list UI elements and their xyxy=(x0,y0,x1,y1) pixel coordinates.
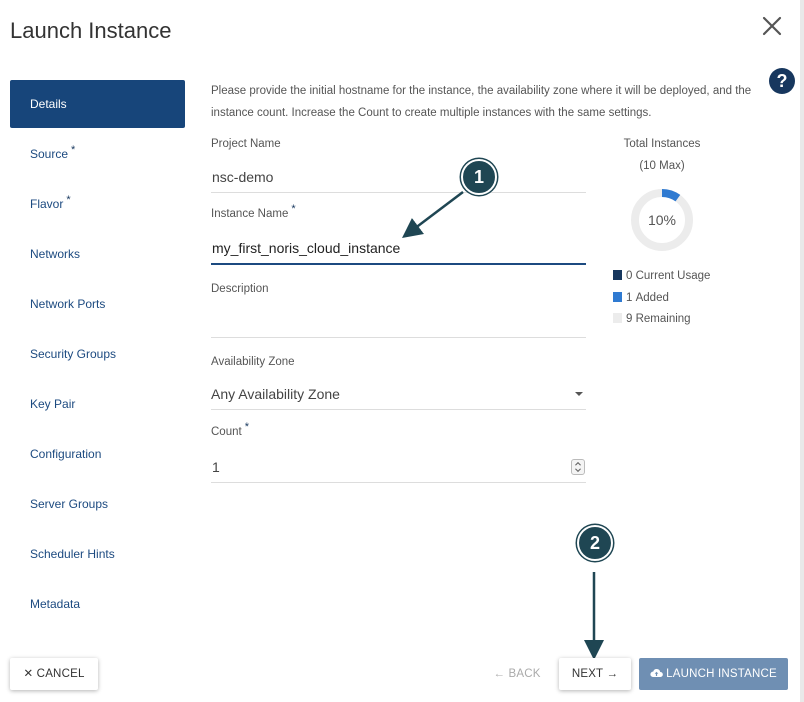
legend-swatch xyxy=(613,270,622,280)
dialog-title: Launch Instance xyxy=(10,18,172,43)
sidebar-item-flavor[interactable]: Flavor * xyxy=(10,180,185,230)
sidebar-item-label: Source xyxy=(30,147,69,161)
launch-instance-button[interactable]: LAUNCH INSTANCE xyxy=(639,658,788,690)
required-marker: * xyxy=(71,144,76,156)
legend-remaining: 9 Remaining xyxy=(613,313,691,325)
instance-name-label-text: Instance Name xyxy=(211,208,289,220)
details-intro-text: Please provide the initial hostname for … xyxy=(211,85,752,119)
close-icon[interactable] xyxy=(760,14,784,38)
availability-zone-label: Availability Zone xyxy=(211,356,295,368)
cloud-upload-icon xyxy=(650,669,663,677)
sidebar-item-label: Key Pair xyxy=(30,397,76,411)
description-input[interactable] xyxy=(211,306,586,338)
count-label: Count * xyxy=(211,422,249,438)
back-button[interactable]: ← BACK xyxy=(488,658,546,690)
sidebar-item-label: Configuration xyxy=(30,447,102,461)
annotation-marker-1: 1 xyxy=(461,159,497,195)
wizard-steps-sidebar: Details Source * Flavor * Networks Network… xyxy=(10,80,185,630)
launch-instance-dialog: Launch Instance ? Details Source * Flavor… xyxy=(0,0,804,702)
availability-zone-value: Any Availability Zone xyxy=(211,386,340,402)
sidebar-item-key-pair[interactable]: Key Pair xyxy=(10,380,185,430)
legend-swatch xyxy=(613,292,622,302)
sidebar-item-label: Security Groups xyxy=(30,347,117,361)
count-stepper-icon[interactable] xyxy=(571,459,585,475)
required-marker: * xyxy=(66,194,71,206)
sidebar-item-server-groups[interactable]: Server Groups xyxy=(10,480,185,530)
legend-count: 0 xyxy=(626,270,633,282)
instance-name-label: Instance Name * xyxy=(211,204,296,220)
launch-instance-label: LAUNCH INSTANCE xyxy=(666,668,777,680)
legend-current-usage: 0 Current Usage xyxy=(613,270,710,282)
description-label: Description xyxy=(211,283,269,295)
project-name-label: Project Name xyxy=(211,138,281,150)
sidebar-item-networks[interactable]: Networks xyxy=(10,230,185,280)
required-marker: * xyxy=(291,203,296,216)
arrow-to-instance-name xyxy=(402,191,464,239)
legend-label: Added xyxy=(635,292,669,304)
sidebar-item-metadata[interactable]: Metadata xyxy=(10,580,185,630)
annotation-marker-2: 2 xyxy=(577,525,613,561)
legend-label: Remaining xyxy=(635,313,691,325)
sidebar-item-label: Metadata xyxy=(30,597,81,611)
help-icon[interactable]: ? xyxy=(769,68,795,94)
legend-swatch xyxy=(613,313,622,323)
sidebar-item-label: Networks xyxy=(30,247,81,261)
project-name-field xyxy=(211,161,586,193)
sidebar-item-configuration[interactable]: Configuration xyxy=(10,430,185,480)
legend-count: 9 xyxy=(626,313,633,325)
donut-percent-label: 10% xyxy=(647,212,677,228)
count-input[interactable] xyxy=(211,451,586,483)
sidebar-item-network-ports[interactable]: Network Ports xyxy=(10,280,185,330)
required-marker: * xyxy=(244,421,249,434)
sidebar-item-security-groups[interactable]: Security Groups xyxy=(10,330,185,380)
sidebar-item-label: Flavor xyxy=(30,197,64,211)
sidebar-item-label: Scheduler Hints xyxy=(30,547,115,561)
chevron-down-icon xyxy=(575,392,583,396)
count-label-text: Count xyxy=(211,426,242,438)
help-glyph: ? xyxy=(776,71,788,91)
page-edge xyxy=(800,0,804,702)
sidebar-item-label: Server Groups xyxy=(30,497,109,511)
legend-label: Current Usage xyxy=(635,270,711,282)
sidebar-item-label: Network Ports xyxy=(30,297,106,311)
total-instances-max: (10 Max) xyxy=(639,160,685,172)
sidebar-item-source[interactable]: Source * xyxy=(10,130,185,180)
legend-added: 1 Added xyxy=(613,292,669,304)
legend-count: 1 xyxy=(626,292,633,304)
instance-name-input[interactable] xyxy=(211,233,586,265)
sidebar-item-details[interactable]: Details xyxy=(10,80,185,128)
sidebar-item-scheduler-hints[interactable]: Scheduler Hints xyxy=(10,530,185,580)
availability-zone-select[interactable]: Any Availability Zone xyxy=(211,378,586,410)
next-button[interactable]: NEXT → xyxy=(559,658,631,690)
total-instances-title: Total Instances xyxy=(623,138,701,150)
sidebar-item-label: Details xyxy=(30,97,67,111)
cancel-button[interactable]: ✕ CANCEL xyxy=(10,658,98,690)
